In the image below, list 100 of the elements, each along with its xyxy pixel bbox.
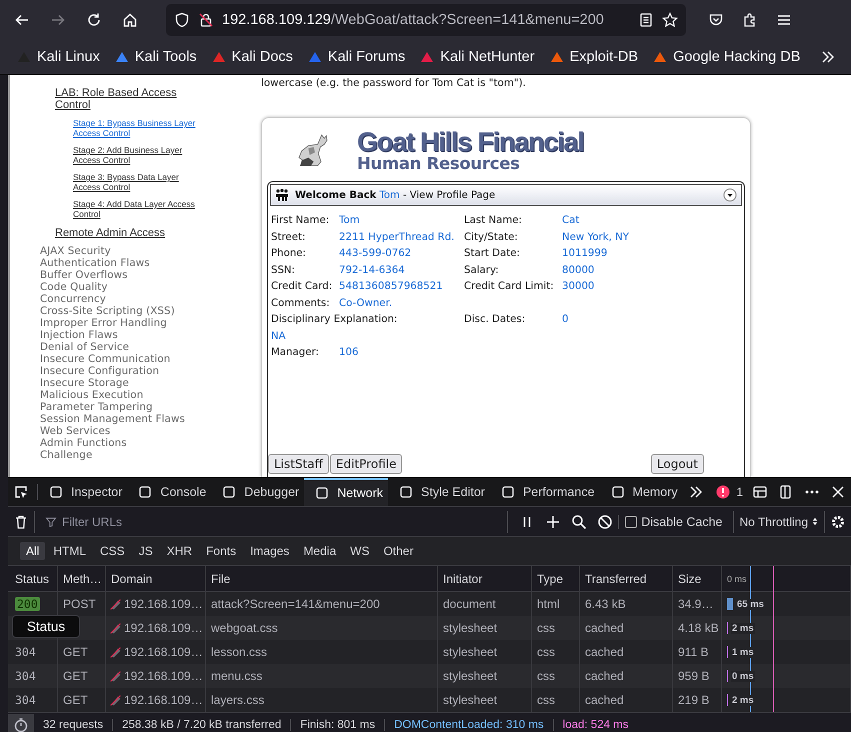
company-subtitle: Human Resources xyxy=(357,156,521,173)
timing-label: 2 ms xyxy=(731,622,755,634)
bookmark[interactable]: Kali NetHunter xyxy=(419,49,535,65)
devtools-tab[interactable]: Memory xyxy=(600,478,683,506)
devtools-tab[interactable]: Performance xyxy=(490,478,600,506)
category-link[interactable]: Code Quality xyxy=(40,281,108,293)
bookmark[interactable]: Kali Linux xyxy=(16,49,100,65)
field-value: 1011999 xyxy=(562,247,608,260)
category-link[interactable]: Parameter Tampering xyxy=(40,401,153,413)
category-link[interactable]: Insecure Configuration xyxy=(40,365,160,377)
table-cell: 192.168.109… xyxy=(124,693,203,707)
address-bar[interactable]: 192.168.109.129/WebGoat/attack?Screen=141&menu=200 xyxy=(166,4,686,36)
throttling-select[interactable]: No Throttling xyxy=(732,510,825,532)
category-link[interactable]: AJAX Security xyxy=(40,245,111,257)
action-button[interactable]: ListStaff xyxy=(268,454,329,474)
category-link[interactable]: Improper Error Handling xyxy=(40,317,167,329)
category-link[interactable]: Insecure Storage xyxy=(40,377,129,389)
stage-link[interactable]: Stage 1: Bypass Business Layer Access Control xyxy=(73,118,201,138)
filter-field[interactable]: Filter URLs xyxy=(60,514,364,530)
devtools-tab[interactable]: Network xyxy=(304,478,388,506)
column-header[interactable]: File xyxy=(206,566,438,591)
type-filter-button[interactable]: Other xyxy=(377,542,420,560)
category-link[interactable]: Cross-Site Scripting (XSS) xyxy=(40,305,175,317)
field-value: 30000 xyxy=(562,280,596,293)
column-header[interactable]: Type xyxy=(532,566,580,591)
category-link[interactable]: Buffer Overflows xyxy=(40,269,128,281)
field-label: Comments: xyxy=(271,296,331,310)
type-filter-button[interactable]: WS xyxy=(344,542,376,560)
star-icon[interactable] xyxy=(662,12,678,28)
insecure-icon xyxy=(109,670,122,682)
summary-text: 32 requests xyxy=(34,719,114,731)
category-link[interactable]: Injection Flaws xyxy=(40,329,118,341)
devtools-tab[interactable]: Inspector xyxy=(38,478,128,506)
field-label: Phone: xyxy=(271,247,307,260)
column-header[interactable]: Transferred xyxy=(580,566,673,591)
status-code: 200 xyxy=(15,597,40,611)
table-cell: 192.168.109… xyxy=(124,669,203,683)
timing-label: 2 ms xyxy=(731,694,755,706)
bookmark[interactable]: Kali Docs xyxy=(210,49,293,65)
bookmark[interactable]: Kali Forums xyxy=(306,49,406,65)
type-filter-button[interactable]: HTML xyxy=(47,542,92,560)
summary-text: Finish: 801 ms xyxy=(291,719,386,731)
bookmark[interactable]: Kali Tools xyxy=(114,49,197,65)
insecure-icon xyxy=(109,646,122,658)
category-link[interactable]: Session Management Flaws xyxy=(40,413,185,425)
summary-text: DOMContentLoaded: 310 ms xyxy=(385,719,554,731)
column-header[interactable]: Status xyxy=(10,566,58,591)
table-cell: GET xyxy=(63,669,88,683)
column-header[interactable]: Meth… xyxy=(58,566,106,591)
category-link[interactable]: Web Services xyxy=(40,425,110,437)
shield-icon[interactable] xyxy=(174,12,190,28)
stage-link[interactable]: Stage 3: Bypass Data Layer Access Control xyxy=(73,172,201,192)
dropdown-icon[interactable] xyxy=(723,188,737,202)
disable-cache-checkbox[interactable]: Disable Cache xyxy=(618,514,733,528)
type-filter-button[interactable]: CSS xyxy=(94,542,131,560)
category-link[interactable]: Malicious Execution xyxy=(40,389,144,401)
field-value: 5481360857968521 xyxy=(339,280,444,293)
chevrons-icon[interactable] xyxy=(820,49,836,65)
type-filter-button[interactable]: Fonts xyxy=(200,542,242,560)
stage-link[interactable]: Stage 2: Add Business Layer Access Control xyxy=(73,145,201,165)
insecure-lock-icon[interactable] xyxy=(198,12,214,28)
column-header[interactable]: Size xyxy=(673,566,722,591)
sort-arrows-icon xyxy=(812,517,818,526)
status-code: 304 xyxy=(15,669,36,683)
column-header[interactable]: Initiator xyxy=(438,566,532,591)
stage-link[interactable]: Stage 4: Add Data Layer Access Control xyxy=(73,199,201,219)
timing-bar xyxy=(727,598,733,610)
bookmark[interactable]: Exploit-DB xyxy=(548,49,638,65)
category-link[interactable]: Challenge xyxy=(40,449,92,461)
tooltip: Status xyxy=(12,615,80,638)
category-link[interactable]: Authentication Flaws xyxy=(40,257,150,269)
lesson-link[interactable]: Remote Admin Access xyxy=(55,227,260,239)
category-link[interactable]: Insecure Communication xyxy=(40,353,170,365)
table-cell: 192.168.109… xyxy=(124,621,203,635)
stopwatch-icon[interactable] xyxy=(8,714,34,732)
insecure-icon xyxy=(109,694,122,706)
field-value: Co-Owner. xyxy=(339,296,394,310)
bookmark[interactable]: Google Hacking DB xyxy=(652,49,800,65)
welcome-text: Welcome Back Tom - View Profile Page xyxy=(295,190,496,200)
type-filter-button[interactable]: XHR xyxy=(160,542,198,560)
lesson-link[interactable]: LAB: Role Based Access Control xyxy=(55,87,185,111)
field-label: Manager: xyxy=(271,346,320,359)
devtools-tab[interactable]: Console xyxy=(127,478,212,506)
type-filter-button[interactable]: Images xyxy=(244,542,296,560)
column-header[interactable]: Domain xyxy=(106,566,206,591)
devtools-tab[interactable]: Debugger xyxy=(211,478,304,506)
reader-view-icon[interactable] xyxy=(638,12,654,28)
error-count[interactable]: 1 xyxy=(736,485,743,499)
category-link[interactable]: Admin Functions xyxy=(40,437,127,449)
type-filter-button[interactable]: All xyxy=(20,542,46,560)
logout-button[interactable]: Logout xyxy=(650,454,704,474)
type-filter-button[interactable]: JS xyxy=(132,542,159,560)
category-link[interactable]: Denial of Service xyxy=(40,341,130,353)
devtools-tab[interactable]: Style Editor xyxy=(388,478,490,506)
category-link[interactable]: Concurrency xyxy=(40,293,106,305)
action-button[interactable]: EditProfile xyxy=(330,454,402,474)
type-filter-button[interactable]: Media xyxy=(297,542,342,560)
field-label: Last Name: xyxy=(464,214,523,227)
status-code: 304 xyxy=(15,693,36,707)
insecure-icon xyxy=(109,598,122,610)
